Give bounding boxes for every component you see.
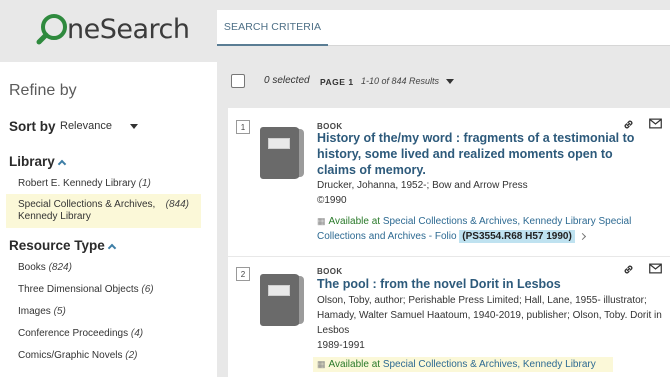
holdings-icon: ▦ <box>317 216 326 226</box>
refine-heading: Refine by <box>9 82 77 99</box>
library-heading: Library <box>9 154 55 169</box>
facet-count: (1) <box>138 178 151 189</box>
availability-status: Available at <box>328 216 381 227</box>
facet-label: Comics/Graphic Novels <box>18 350 123 361</box>
facet-item-3d-objects[interactable]: Three Dimensional Objects (6) <box>18 284 154 295</box>
chevron-up-icon <box>57 159 67 168</box>
facet-item-robert-kennedy[interactable]: Robert E. Kennedy Library (1) <box>18 178 151 189</box>
sort-value: Relevance <box>60 120 112 132</box>
selected-count: 0 selected <box>264 75 310 86</box>
facet-item-images[interactable]: Images (5) <box>18 306 66 317</box>
app-root: neSearch SEARCH CRITERIA Refine by Sort … <box>0 0 670 377</box>
availability-link[interactable]: ▦ Available at Special Collections & Arch… <box>317 357 662 372</box>
sort-label: Sort by <box>9 119 56 134</box>
result-actions <box>622 263 662 276</box>
results-count: 1-10 of 844 Results <box>361 76 440 86</box>
chevron-up-icon <box>107 243 117 252</box>
email-icon[interactable] <box>649 263 662 274</box>
chevron-right-icon <box>578 232 586 241</box>
result-title-link[interactable]: History of the/my word : fragments of a … <box>317 130 647 178</box>
result-number: 2 <box>236 267 250 281</box>
facet-item-books[interactable]: Books (824) <box>18 262 72 273</box>
tab-search-criteria[interactable]: SEARCH CRITERIA <box>217 10 328 46</box>
caret-down-icon <box>446 78 455 84</box>
logo-text: neSearch <box>67 13 190 45</box>
book-icon <box>260 124 304 180</box>
availability-location: Special Collections & Archives, Kennedy … <box>382 359 596 370</box>
result-item[interactable]: 1 BOOK History of the/my word : fragment… <box>228 108 670 256</box>
facet-item-conference[interactable]: Conference Proceedings (4) <box>18 328 143 339</box>
results-count-dropdown[interactable]: 1-10 of 844 Results <box>361 76 455 86</box>
result-author: Olson, Toby, author; Perishable Press Li… <box>317 295 662 336</box>
facet-count: (4) <box>130 328 144 339</box>
facet-count: (2) <box>125 350 138 361</box>
result-item[interactable]: 2 BOOK The pool : from the novel Dorit i… <box>228 257 670 377</box>
page-indicator: PAGE 1 <box>320 77 354 87</box>
results-toolbar: 0 selected PAGE 1 1-10 of 844 Results <box>228 62 670 100</box>
result-author: Drucker, Johanna, 1952-; Bow and Arrow P… <box>317 180 528 191</box>
facet-item-comics[interactable]: Comics/Graphic Novels (2) <box>18 350 138 361</box>
top-tab-bar: SEARCH CRITERIA <box>217 10 670 46</box>
refine-sidebar: Refine by Sort by Relevance Library Robe… <box>0 62 217 377</box>
call-number: (PS3554.R68 H57 1990) <box>459 230 575 243</box>
facet-count: (824) <box>48 262 72 273</box>
caret-down-icon <box>129 123 138 129</box>
result-title-link[interactable]: The pool : from the novel Dorit in Lesbo… <box>317 276 647 292</box>
content-type: BOOK <box>317 267 343 276</box>
facet-label: Three Dimensional Objects <box>18 284 139 295</box>
sort-dropdown[interactable]: Relevance <box>60 120 138 132</box>
facet-item-special-collections[interactable]: Special Collections & Archives, Kennedy … <box>6 194 201 228</box>
result-number: 1 <box>236 120 250 134</box>
onesearch-logo[interactable]: neSearch <box>36 12 190 46</box>
facet-label: Images <box>18 306 51 317</box>
result-date: 1989-1991 <box>317 340 365 351</box>
email-icon[interactable] <box>649 118 662 129</box>
facet-label: Robert E. Kennedy Library <box>18 178 136 189</box>
library-facet-header[interactable]: Library <box>9 154 67 169</box>
book-icon <box>260 271 304 327</box>
availability-status: Available at <box>328 359 381 370</box>
facet-label: Special Collections & Archives, Kennedy … <box>18 199 156 222</box>
link-icon[interactable] <box>622 263 635 276</box>
logo-magnifier-icon <box>36 14 67 45</box>
facet-label: Books <box>18 262 46 273</box>
holdings-icon: ▦ <box>317 359 326 369</box>
facet-count: (6) <box>141 284 154 295</box>
availability-link[interactable]: ▦ Available at Special Collections & Arch… <box>317 214 662 244</box>
facet-count: (844) <box>165 199 189 210</box>
facet-label: Conference Proceedings <box>18 328 129 339</box>
facet-count: (5) <box>53 306 66 317</box>
select-all-checkbox[interactable] <box>231 74 245 88</box>
resource-type-heading: Resource Type <box>9 238 105 253</box>
result-date: ©1990 <box>317 195 347 206</box>
resource-type-facet-header[interactable]: Resource Type <box>9 238 117 253</box>
